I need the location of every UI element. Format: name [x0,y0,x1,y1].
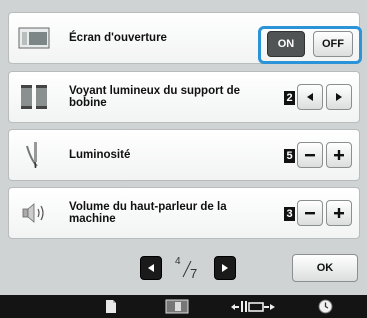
spool-light-decrease-button[interactable] [297,84,323,110]
brightness-value: 5 [284,149,295,163]
help-screen-icon[interactable] [163,299,191,314]
plus-icon [334,208,344,218]
spool-light-label: Voyant lumineux du support de bobine [69,85,241,109]
on-button[interactable]: ON [267,31,305,57]
speaker-volume-increase-button[interactable] [326,200,352,226]
settings-panel: Écran d'ouverture ON OFF Voyant lumineux… [0,0,367,318]
opening-screen-label: Écran d'ouverture [69,32,167,44]
brightness-label: Luminosité [69,149,131,161]
setting-row-spool-light: Voyant lumineux du support de bobine 2 [8,71,360,123]
brightness-decrease-button[interactable] [297,142,323,168]
ok-button[interactable]: OK [292,254,358,282]
triangle-right-icon [336,93,342,101]
speaker-volume-decrease-button[interactable] [297,200,323,226]
document-icon[interactable] [104,299,118,314]
setting-row-brightness: Luminosité 5 [8,129,360,181]
setting-row-speaker-volume: Volume du haut-parleur de la machine 3 [8,187,360,239]
spool-light-value: 2 [284,91,295,105]
previous-page-button[interactable] [140,256,162,280]
page-indicator: 4 7 [166,254,210,282]
triangle-left-icon [307,93,313,101]
brightness-increase-button[interactable] [326,142,352,168]
needle-brightness-icon [17,140,53,170]
speaker-icon [17,198,53,228]
next-page-button[interactable] [214,256,236,280]
minus-icon [305,154,315,157]
speaker-volume-label: Volume du haut-parleur de la machine [69,201,227,225]
presser-foot-icon[interactable] [230,299,276,314]
opening-screen-icon [17,23,53,53]
triangle-left-icon [148,264,154,272]
spool-light-increase-button[interactable] [326,84,352,110]
clock-icon[interactable] [317,299,333,314]
triangle-right-icon [222,264,228,272]
total-pages: 7 [190,266,198,281]
plus-icon [334,150,344,160]
minus-icon [305,212,315,215]
bottom-toolbar [0,295,367,318]
off-button[interactable]: OFF [313,31,353,57]
speaker-volume-value: 3 [284,207,295,221]
spool-light-icon [17,82,53,112]
